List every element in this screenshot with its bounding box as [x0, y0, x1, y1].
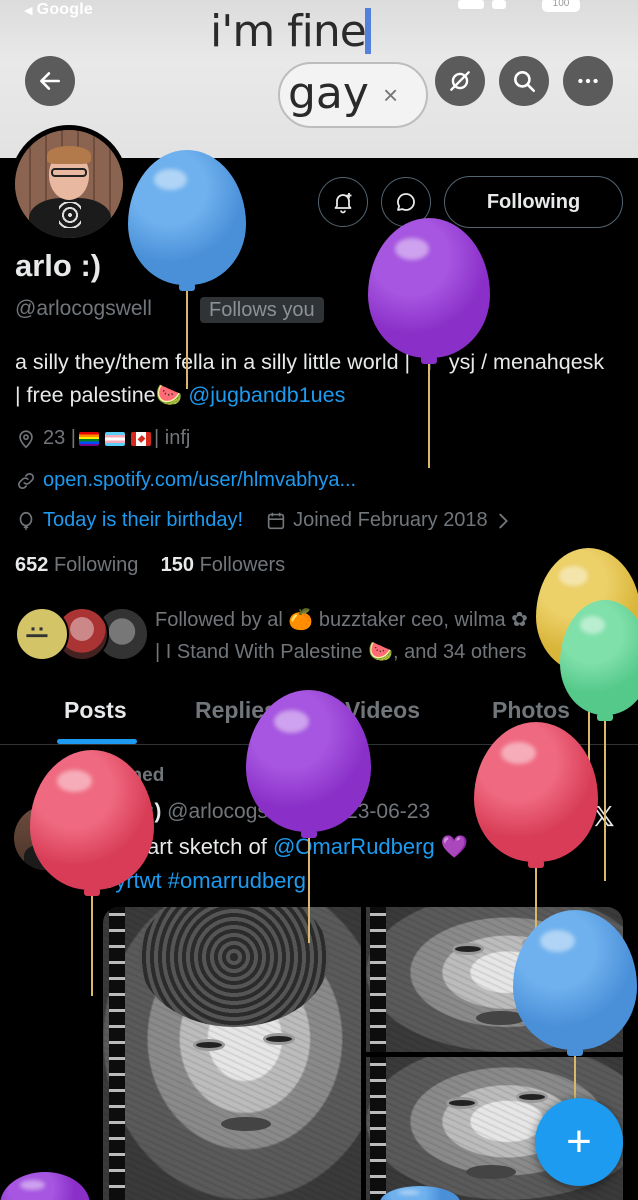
tab-posts[interactable]: Posts [64, 697, 127, 724]
status-carrier[interactable]: ◀ Google [24, 1, 93, 19]
eye-slash-icon [450, 71, 470, 91]
profile-avatar[interactable] [10, 125, 128, 243]
balloon-decoration [246, 690, 371, 947]
back-button[interactable] [25, 56, 75, 106]
status-bar: ◀ Google 100 [0, 0, 638, 22]
balloon-decoration [380, 1186, 460, 1200]
balloon-decoration [30, 750, 154, 1000]
more-icon [578, 78, 598, 84]
balloon-decoration [368, 218, 490, 472]
balloon-decoration [0, 1172, 90, 1200]
age-text: 23 | [43, 427, 76, 449]
canada-flag-icon [131, 431, 151, 446]
calendar-icon [267, 512, 285, 529]
profile-bio: a silly they/them fella in a silly littl… [15, 346, 615, 412]
following-stat[interactable]: 652 Following [15, 554, 138, 576]
arrow-left-icon [40, 72, 60, 90]
mbti-text: | infj [154, 427, 191, 449]
joined-text: Joined February 2018 [293, 509, 488, 531]
followers-stat[interactable]: 150 Followers [161, 554, 286, 576]
search-icon [514, 71, 536, 93]
search-button[interactable] [499, 56, 549, 106]
mute-button[interactable] [435, 56, 485, 106]
birthday-text: Today is their birthday! [43, 509, 244, 531]
location-age-row: 23 | | infj [15, 427, 190, 450]
chevron-right-icon[interactable] [492, 510, 514, 532]
location-pin-icon [19, 429, 33, 448]
followed-by-avatars[interactable] [15, 607, 149, 663]
follow-stats: 652 Following 150 Followers [15, 554, 285, 577]
tab-active-indicator [57, 739, 137, 744]
rainbow-flag-icon [79, 431, 99, 446]
trans-flag-icon [105, 431, 125, 446]
battery-indicator: 100 [542, 0, 580, 12]
balloon-decoration [513, 910, 637, 1125]
chat-bubble-icon [397, 193, 415, 211]
bell-plus-icon [334, 193, 352, 214]
more-button[interactable] [563, 56, 613, 106]
notifications-button[interactable] [318, 177, 368, 227]
compose-button[interactable]: + [535, 1098, 623, 1186]
banner-close-mark: × [383, 80, 399, 110]
link-icon [17, 472, 35, 489]
website-row: open.spotify.com/user/hlmvabhya... [15, 469, 356, 492]
banner-text-2: gay [288, 68, 369, 119]
balloon-decoration [128, 150, 246, 393]
website-link[interactable]: open.spotify.com/user/hlmvabhya... [43, 469, 356, 492]
birthday-joined-row: Today is their birthday! Joined February… [15, 509, 520, 532]
display-name: arlo :) [15, 248, 102, 283]
avatar [15, 607, 69, 661]
balloon-icon [19, 511, 33, 530]
